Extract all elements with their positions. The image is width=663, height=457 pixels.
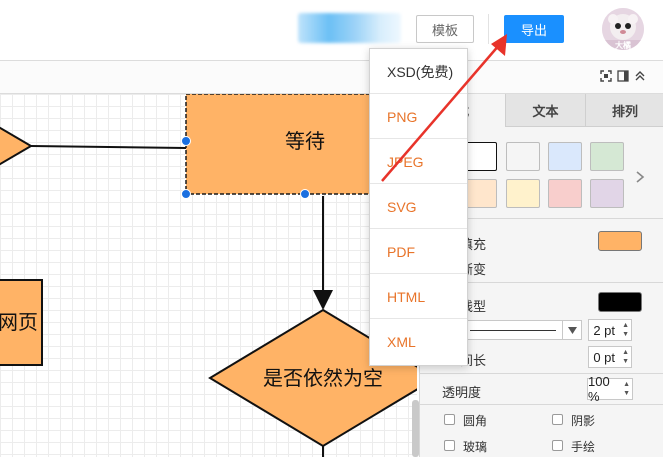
- sketch-checkbox[interactable]: [552, 440, 563, 451]
- swatch-purple[interactable]: [590, 179, 624, 208]
- rounded-checkbox[interactable]: [444, 414, 455, 425]
- shadow-checkbox[interactable]: [552, 414, 563, 425]
- stepper-icon[interactable]: ▲ ▼: [623, 380, 630, 398]
- swatch-orange[interactable]: [463, 179, 497, 208]
- length-input[interactable]: 0 pt ▲ ▼: [588, 346, 632, 368]
- secondary-toolbar: [0, 61, 663, 94]
- selection-handle[interactable]: [300, 189, 310, 199]
- swatch-green[interactable]: [590, 142, 624, 171]
- length-value: 0 pt: [593, 349, 615, 365]
- node-page-label: 网页: [0, 312, 38, 334]
- toolbar-divider: [488, 14, 489, 44]
- chevron-right-icon[interactable]: [635, 170, 645, 184]
- export-menu-item-xml[interactable]: XML: [370, 320, 467, 364]
- stepper-icon[interactable]: ▲ ▼: [622, 348, 629, 366]
- export-menu-item-jpeg[interactable]: JPEG: [370, 140, 467, 184]
- export-menu-item-xsd[interactable]: XSD(免费): [370, 50, 467, 94]
- shadow-label: 阴影: [571, 414, 596, 428]
- glass-label: 玻璃: [463, 440, 488, 454]
- export-menu-item-html[interactable]: HTML: [370, 275, 467, 319]
- tab-text[interactable]: 文本: [505, 94, 585, 127]
- avatar[interactable]: 大橘: [602, 8, 644, 50]
- partial-diamond-shape[interactable]: [0, 122, 33, 170]
- chevron-down-icon[interactable]: [562, 321, 581, 339]
- panel-toggle-icon[interactable]: [617, 70, 629, 82]
- sketch-label: 手绘: [571, 440, 596, 454]
- fill-color-button[interactable]: [598, 231, 642, 251]
- opacity-value: 100 %: [588, 374, 610, 404]
- export-menu-item-pdf[interactable]: PDF: [370, 230, 467, 274]
- line-color-button[interactable]: [598, 292, 642, 312]
- node-decision-label: 是否依然为空: [263, 367, 383, 390]
- selection-handle[interactable]: [181, 189, 191, 199]
- export-button[interactable]: 导出: [504, 15, 564, 43]
- swatch-blue[interactable]: [548, 142, 582, 171]
- fit-screen-icon[interactable]: [600, 70, 612, 82]
- line-style-select[interactable]: [465, 320, 582, 340]
- swatch-red[interactable]: [548, 179, 582, 208]
- stepper-icon[interactable]: ▲ ▼: [622, 321, 629, 339]
- glass-checkbox[interactable]: [444, 440, 455, 451]
- divider: [420, 373, 663, 374]
- template-button[interactable]: 模板: [416, 15, 474, 43]
- canvas-scrollbar[interactable]: [412, 400, 419, 457]
- line-width-input[interactable]: 2 pt ▲ ▼: [588, 319, 632, 341]
- avatar-image-icon: 大橘: [602, 8, 644, 50]
- node-wait-label: 等待: [285, 130, 325, 153]
- swatch-gray[interactable]: [506, 142, 540, 171]
- selection-handle[interactable]: [181, 136, 191, 146]
- divider: [420, 404, 663, 405]
- tab-arrange[interactable]: 排列: [585, 94, 663, 127]
- avatar-text: 大橘: [615, 40, 631, 50]
- export-menu-item-svg[interactable]: SVG: [370, 185, 467, 229]
- collapse-icon[interactable]: [634, 70, 646, 82]
- opacity-input[interactable]: 100 % ▲ ▼: [587, 374, 633, 404]
- export-menu: XSD(免费) PNG JPEG SVG PDF HTML XML: [369, 48, 468, 366]
- swatch-white[interactable]: [463, 142, 497, 171]
- diagram-canvas[interactable]: 等待 是否依然为空 网页: [0, 94, 417, 457]
- line-width-value: 2 pt: [593, 322, 615, 338]
- swatch-yellow[interactable]: [506, 179, 540, 208]
- rounded-label: 圆角: [463, 414, 488, 428]
- blurred-filename[interactable]: [298, 13, 401, 43]
- diagram-svg[interactable]: 等待 是否依然为空 网页: [0, 94, 417, 457]
- connector-line[interactable]: [30, 145, 187, 149]
- export-menu-item-png[interactable]: PNG: [370, 95, 467, 139]
- opacity-label: 透明度: [442, 385, 482, 400]
